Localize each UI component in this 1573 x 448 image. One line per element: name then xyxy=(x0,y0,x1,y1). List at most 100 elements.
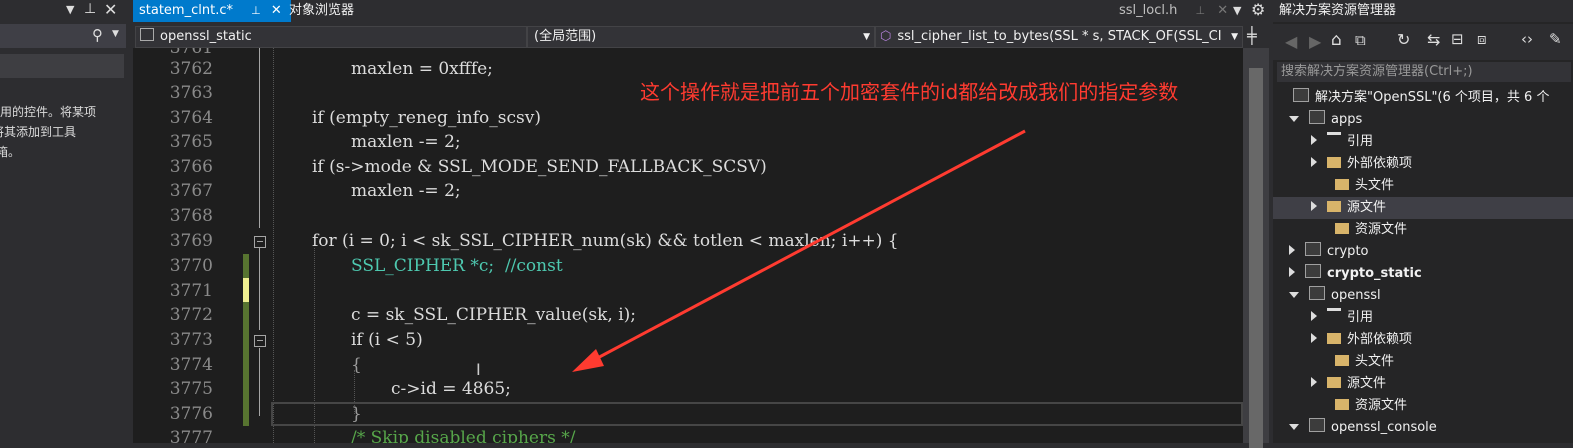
current-line-highlight xyxy=(271,402,1243,426)
forward-icon[interactable]: ▶ xyxy=(1309,32,1321,51)
tree-item-source-files[interactable]: 源文件 xyxy=(1311,373,1386,395)
project-icon xyxy=(1309,286,1325,300)
line-number: 3773 xyxy=(169,330,213,350)
annotation-text: 这个操作就是把前五个加密套件的id都给改成我们的指定参数 xyxy=(640,80,1179,104)
search-placeholder: 搜索解决方案资源管理器(Ctrl+;) xyxy=(1281,64,1473,79)
fold-line xyxy=(259,48,260,228)
expand-arrow-icon[interactable] xyxy=(1311,377,1317,387)
properties-icon[interactable]: ✎ xyxy=(1549,30,1562,48)
tree-item-label: openssl_console xyxy=(1331,420,1437,435)
tab-label: 对象浏览器 xyxy=(289,3,355,18)
search-icon: ⚲ xyxy=(92,26,103,44)
line-number: 3777 xyxy=(169,428,213,443)
toolbox-search[interactable]: ⚲ ▼ xyxy=(0,24,126,48)
code-view-icon[interactable]: ‹› xyxy=(1521,30,1533,48)
tree-item-label: 资源文件 xyxy=(1355,398,1408,413)
tab-ssl-locl[interactable]: ssl_locl.h ⊥ ✕ xyxy=(1113,0,1234,22)
code-line: /* Skip disabled ciphers */ xyxy=(351,428,576,443)
tree-item-header-files[interactable]: 头文件 xyxy=(1335,351,1394,373)
line-number: 3768 xyxy=(169,206,213,226)
line-number: 3770 xyxy=(169,256,213,276)
solution-search-input[interactable]: 搜索解决方案资源管理器(Ctrl+;) xyxy=(1277,62,1571,82)
project-icon xyxy=(1305,264,1321,278)
tree-item-header-files[interactable]: 头文件 xyxy=(1335,175,1394,197)
expand-arrow-icon[interactable] xyxy=(1311,201,1317,211)
expand-arrow-icon[interactable] xyxy=(1289,245,1295,255)
tree-item-references[interactable]: 引用 xyxy=(1311,131,1373,153)
code-line: if (s->mode & SSL_MODE_SEND_FALLBACK_SCS… xyxy=(312,157,767,177)
code-line: maxlen = 0xfffe; xyxy=(351,59,493,79)
tree-item-label: crypto xyxy=(1327,244,1369,259)
scope-dropdown[interactable]: (全局范围) ▼ xyxy=(527,26,875,48)
project-icon xyxy=(140,28,154,41)
pin-icon[interactable]: ⊥ xyxy=(84,1,96,17)
code-line: c = sk_SSL_CIPHER_value(sk, i); xyxy=(351,305,637,325)
collapse-all-icon[interactable]: ⊟ xyxy=(1451,30,1464,48)
expand-arrow-icon[interactable] xyxy=(1289,424,1299,430)
expand-arrow-icon[interactable] xyxy=(1311,333,1317,343)
expand-arrow-icon[interactable] xyxy=(1289,116,1299,122)
tree-item-apps[interactable]: apps xyxy=(1289,109,1362,131)
function-dropdown[interactable]: ⬡ ssl_cipher_list_to_bytes(SSL * s, STACK… xyxy=(875,26,1243,48)
tab-object-browser[interactable]: 对象浏览器 xyxy=(283,0,360,22)
expand-arrow-icon[interactable] xyxy=(1289,267,1295,277)
tab-list-dropdown-icon[interactable]: ▼ xyxy=(1233,4,1241,17)
code-line: if (empty_reneg_info_scsv) xyxy=(312,108,541,128)
show-all-files-icon[interactable]: ⧈ xyxy=(1477,30,1487,48)
tree-item-label: openssl xyxy=(1331,288,1381,303)
toolbox-list-header[interactable] xyxy=(0,54,124,78)
history-icon[interactable]: ↻ xyxy=(1397,30,1410,49)
collapse-toggle-for[interactable] xyxy=(254,236,266,248)
tree-item-resource-files[interactable]: 资源文件 xyxy=(1335,219,1407,241)
tab-statem-clnt[interactable]: statem_clnt.c* ⊥ ✕ xyxy=(133,0,291,22)
expand-arrow-icon[interactable] xyxy=(1311,311,1317,321)
editor-vertical-scrollbar[interactable] xyxy=(1243,48,1269,448)
tree-item-source-files[interactable]: 源文件 xyxy=(1273,197,1573,219)
tree-item-external-deps[interactable]: 外部依赖项 xyxy=(1311,329,1412,351)
panel-title: 解决方案资源管理器 xyxy=(1279,3,1397,18)
chevron-down-icon[interactable]: ▼ xyxy=(112,29,119,39)
tree-item-label: 源文件 xyxy=(1347,200,1387,215)
expand-arrow-icon[interactable] xyxy=(1311,135,1317,145)
project-dropdown[interactable]: openssl_static xyxy=(135,26,527,48)
sync-icon[interactable]: ⇆ xyxy=(1427,30,1440,49)
tree-item-external-deps[interactable]: 外部依赖项 xyxy=(1311,153,1412,175)
folder-icon xyxy=(1335,179,1349,190)
scrollbar-thumb[interactable] xyxy=(1249,68,1263,448)
switch-view-icon[interactable]: ⧉ xyxy=(1355,31,1366,49)
indent-guide xyxy=(273,48,275,443)
close-icon[interactable]: ✕ xyxy=(104,0,117,19)
tree-item-references[interactable]: 引用 xyxy=(1311,307,1373,329)
tree-item-resource-files[interactable]: 资源文件 xyxy=(1335,395,1407,417)
collapse-toggle-if[interactable] xyxy=(254,335,266,347)
references-icon xyxy=(1327,132,1341,143)
tree-item-label: 引用 xyxy=(1347,310,1374,325)
tree-item-label: 解决方案"OpenSSL"(6 个项目，共 6 个 xyxy=(1315,90,1550,105)
line-number: 3775 xyxy=(169,379,213,399)
fold-line xyxy=(259,248,260,330)
tree-item-openssl[interactable]: openssl xyxy=(1289,285,1381,307)
code-editor[interactable]: 3761 3762 3763 3764 3765 3766 3767 3768 … xyxy=(133,48,1269,443)
pin-icon[interactable]: ⊥ xyxy=(1196,4,1206,17)
home-icon[interactable]: ⌂ xyxy=(1331,30,1342,50)
line-number: 3772 xyxy=(169,305,213,325)
back-icon[interactable]: ◀ xyxy=(1285,32,1297,51)
split-window-icon[interactable]: ╪ xyxy=(1247,26,1257,45)
close-icon[interactable]: ✕ xyxy=(1217,3,1228,18)
dropdown-icon[interactable]: ▼ xyxy=(66,3,74,16)
tree-item-solution[interactable]: 解决方案"OpenSSL"(6 个项目，共 6 个 xyxy=(1293,87,1549,109)
line-number: 3766 xyxy=(169,157,213,177)
toolbox-panel: ▼ ⊥ ✕ ⚲ ▼ 用的控件。将某项 将其添加到工具 箱。 xyxy=(0,0,130,443)
line-number: 3776 xyxy=(169,404,213,424)
tree-item-crypto[interactable]: crypto xyxy=(1289,241,1369,263)
project-icon xyxy=(1305,242,1321,256)
close-icon[interactable]: ✕ xyxy=(271,3,282,18)
tree-item-crypto-static[interactable]: crypto_static xyxy=(1289,263,1422,285)
tab-label: ssl_locl.h xyxy=(1119,3,1178,18)
expand-arrow-icon[interactable] xyxy=(1289,292,1299,298)
expand-arrow-icon[interactable] xyxy=(1311,157,1317,167)
gear-icon[interactable]: ⚙ xyxy=(1251,0,1265,19)
line-number: 3762 xyxy=(169,59,213,79)
tree-item-openssl-console[interactable]: openssl_console xyxy=(1289,417,1437,439)
pin-icon[interactable]: ⊥ xyxy=(251,4,261,17)
